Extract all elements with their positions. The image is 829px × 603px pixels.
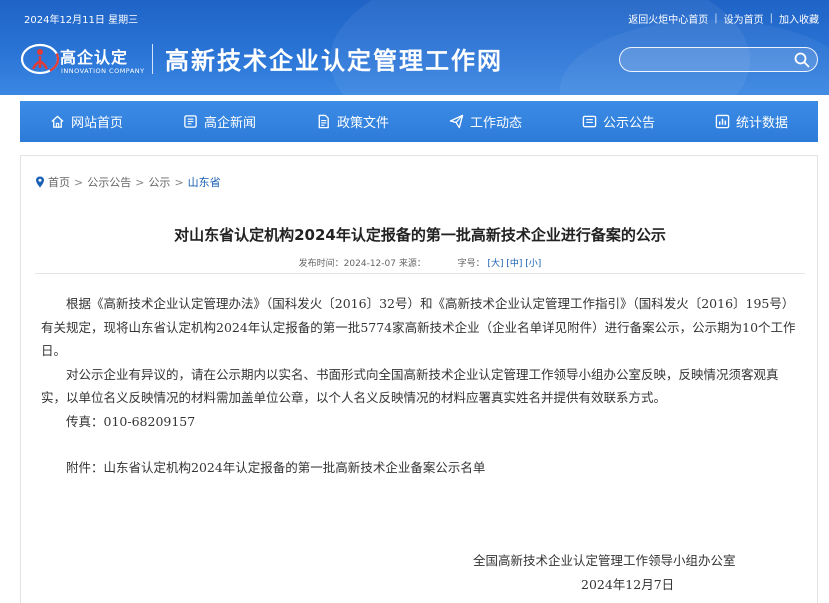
font-size-label: 字号： <box>457 259 485 269</box>
location-pin-icon <box>36 176 44 188</box>
nav-item-label: 工作动态 <box>469 116 522 131</box>
site-logo[interactable]: 高企认定 INNOVATION COMPANY <box>20 40 150 78</box>
breadcrumb-separator: > <box>74 175 84 189</box>
return-torch-center-link[interactable]: 返回火炬中心首页 <box>628 11 708 26</box>
nav-item-label: 统计数据 <box>735 116 788 131</box>
article-meta: 发布时间：2024-12-07 来源： 字号： [大] [中] [小] <box>21 256 819 269</box>
nav-item-label: 高企新闻 <box>203 116 256 131</box>
breadcrumb-shandong[interactable]: 山东省 <box>188 174 221 190</box>
send-icon <box>449 114 464 129</box>
site-header: 2024年12月11日 星期三 返回火炬中心首页 | 设为首页 | 加入收藏 高… <box>0 0 829 95</box>
link-separator: | <box>714 13 718 24</box>
top-links: 返回火炬中心首页 | 设为首页 | 加入收藏 <box>628 11 819 26</box>
publish-info: 发布时间：2024-12-07 来源： <box>298 259 426 269</box>
home-icon <box>51 115 64 128</box>
news-icon <box>184 115 197 128</box>
signature-organization: 全国高新技术企业认定管理工作领导小组办公室 <box>473 553 736 568</box>
search-input[interactable] <box>630 51 790 68</box>
logo-divider <box>152 44 153 74</box>
title-divider <box>35 273 805 274</box>
nav-item-label: 公示公告 <box>602 116 655 131</box>
link-separator: | <box>769 13 773 24</box>
breadcrumb-separator: > <box>174 175 184 189</box>
nav-item-statistics[interactable]: 统计数据 <box>685 101 818 142</box>
attachment-link[interactable]: 附件：山东省认定机构2024年认定报备的第一批高新技术企业备案公示名单 <box>41 456 801 480</box>
current-date: 2024年12月11日 星期三 <box>24 15 139 26</box>
breadcrumb-announcements[interactable]: 公示公告 <box>87 174 131 190</box>
fax-number: 传真：010-68209157 <box>66 413 196 429</box>
font-size-small[interactable]: [小] <box>525 259 541 269</box>
breadcrumb-publicity[interactable]: 公示 <box>148 174 170 190</box>
logo-emblem-icon <box>20 43 60 75</box>
article-title: 对山东省认定机构2024年认定报备的第一批高新技术企业进行备案的公示 <box>174 226 666 244</box>
nav-item-label: 政策文件 <box>336 116 389 131</box>
article-paragraph: 根据《高新技术企业认定管理办法》（国科发火〔2016〕32号）和《高新技术企业认… <box>41 296 796 358</box>
set-homepage-link[interactable]: 设为首页 <box>724 11 764 26</box>
nav-item-news[interactable]: 高企新闻 <box>153 101 286 142</box>
nav-item-policy[interactable]: 政策文件 <box>286 101 419 142</box>
announcement-icon <box>582 115 597 128</box>
search-icon[interactable] <box>793 51 811 69</box>
font-size-large[interactable]: [大] <box>487 259 503 269</box>
logo-text: 高企认定 <box>60 48 129 67</box>
search-box <box>619 47 818 72</box>
nav-item-announcements[interactable]: 公示公告 <box>552 101 685 142</box>
nav-item-home[interactable]: 网站首页 <box>20 101 153 142</box>
site-title: 高新技术企业认定管理工作网 <box>165 46 503 75</box>
article-paragraph: 对公示企业有异议的，请在公示期内以实名、书面形式向全国高新技术企业认定管理工作领… <box>41 366 779 406</box>
chart-icon <box>715 114 730 129</box>
breadcrumb: 首页 > 公示公告 > 公示 > 山东省 <box>35 174 221 190</box>
logo-subtext: INNOVATION COMPANY <box>61 67 145 75</box>
breadcrumb-separator: > <box>135 175 145 189</box>
document-icon <box>318 114 329 129</box>
breadcrumb-home[interactable]: 首页 <box>48 174 70 190</box>
add-favorite-link[interactable]: 加入收藏 <box>779 11 819 26</box>
font-size-medium[interactable]: [中] <box>506 259 522 269</box>
article-body: 根据《高新技术企业认定管理办法》（国科发火〔2016〕32号）和《高新技术企业认… <box>41 292 801 480</box>
signature-date: 2024年12月7日 <box>581 577 675 592</box>
main-nav: 网站首页 高企新闻 政策文件 工作动态 公示公告 统计数据 <box>20 101 818 142</box>
nav-item-label: 网站首页 <box>70 116 123 131</box>
nav-item-work-news[interactable]: 工作动态 <box>419 101 552 142</box>
article-card: 首页 > 公示公告 > 公示 > 山东省 对山东省认定机构2024年认定报备的第… <box>20 155 818 603</box>
